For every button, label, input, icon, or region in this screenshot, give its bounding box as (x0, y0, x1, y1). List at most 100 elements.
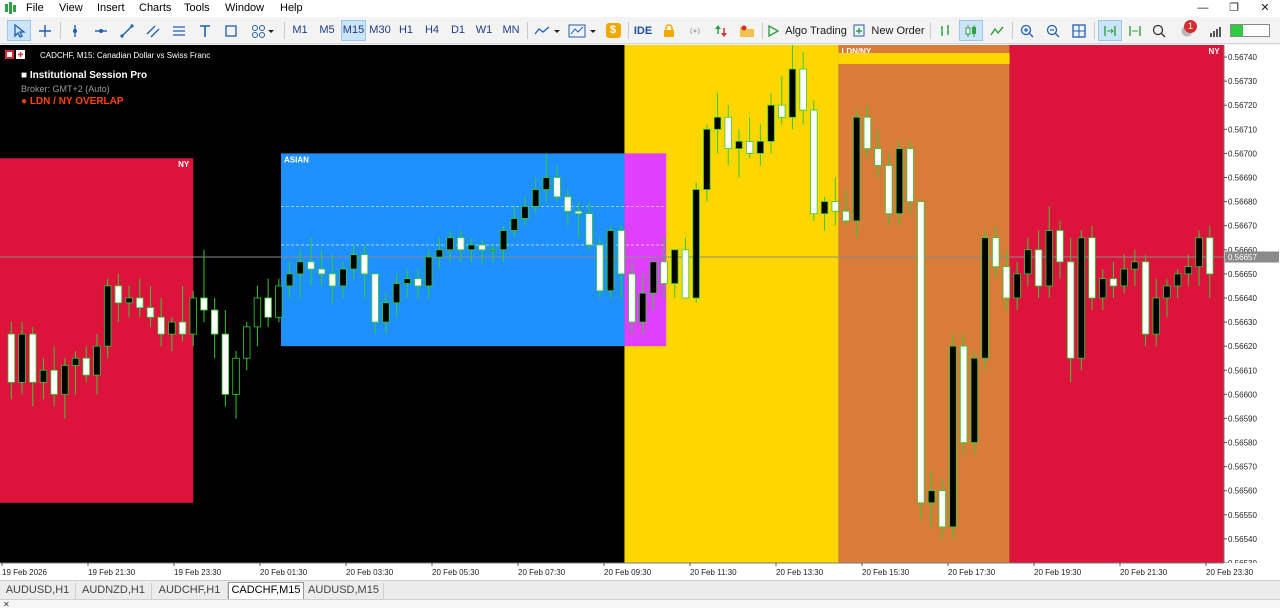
price-tick-label: 0.56730 (1228, 77, 1257, 86)
channel-button[interactable] (142, 20, 164, 41)
timeframe-m1[interactable]: M1 (289, 20, 311, 41)
data-folder-button[interactable] (736, 20, 758, 41)
bar-chart-button[interactable] (934, 20, 956, 41)
terminal-window: { "menu": ["File", "View", "Insert", "Ch… (0, 0, 1280, 608)
ide-button[interactable]: IDE (632, 20, 654, 41)
timeframe-d1[interactable]: D1 (448, 20, 468, 41)
ldn-ny-london-strip (838, 53, 1010, 64)
timeframe-m5[interactable]: M5 (315, 20, 339, 41)
candle-body (970, 357, 979, 443)
price-tick-label: 0.56540 (1228, 535, 1257, 544)
menu-help[interactable]: Help (280, 2, 303, 14)
candle-body (553, 177, 561, 198)
minimize-button[interactable]: — (1189, 0, 1217, 17)
candle-body (61, 365, 69, 395)
cursor-tool-button[interactable] (7, 20, 31, 41)
toolbox-close-icon[interactable]: ✕ (3, 600, 10, 608)
vertical-line-button[interactable] (64, 20, 86, 41)
broker-timezone: Broker: GMT+2 (Auto) (21, 84, 110, 94)
timeframe-mn[interactable]: MN (499, 20, 523, 41)
candle-body (435, 249, 444, 258)
zoom-in-button[interactable] (1016, 20, 1038, 41)
grid-icon (1072, 23, 1086, 38)
candle-body (660, 261, 668, 284)
timeframe-h4[interactable]: H4 (422, 20, 442, 41)
metatrader-logo-icon (5, 2, 16, 14)
horizontal-line-icon (95, 28, 107, 33)
trend-line-button[interactable] (116, 20, 138, 41)
candle-body (360, 254, 369, 275)
tile-windows-button[interactable] (1068, 20, 1090, 41)
crosshair-button[interactable] (34, 20, 56, 41)
tab-audusd-h1[interactable]: AUDUSD,H1 (0, 583, 76, 599)
timeframe-h1[interactable]: H1 (396, 20, 416, 41)
fibonacci-button[interactable] (168, 20, 190, 41)
menu-insert[interactable]: Insert (97, 2, 125, 14)
price-tick-label: 0.56740 (1228, 53, 1257, 62)
templates-menu-button[interactable] (566, 20, 600, 41)
candle-body (1066, 261, 1075, 359)
menu-file[interactable]: File (26, 2, 44, 14)
candle-body (564, 196, 572, 212)
new-order-button[interactable]: New Order (852, 20, 926, 41)
tab-cadchf-m15[interactable]: CADCHF,M15 (228, 582, 304, 600)
algo-trading-button[interactable]: Algo Trading (766, 20, 848, 41)
candle-body (713, 116, 722, 130)
candle-body (510, 218, 518, 231)
candle-body (371, 273, 379, 323)
menu-view[interactable]: View (59, 2, 83, 14)
candlestick-chart-button[interactable] (959, 20, 983, 41)
menu-window[interactable]: Window (225, 2, 264, 14)
horizontal-line-button[interactable] (90, 20, 112, 41)
time-tick-label: 20 Feb 21:30 (1120, 568, 1168, 577)
candle-body (863, 116, 872, 149)
maximize-button[interactable]: ❐ (1220, 0, 1248, 17)
algo-trading-label: Algo Trading (785, 24, 847, 37)
text-icon (200, 24, 210, 37)
candle-body (489, 249, 497, 252)
candle-body (1099, 278, 1107, 299)
zoom-out-button[interactable] (1042, 20, 1064, 41)
lock-button[interactable] (658, 20, 680, 41)
candle-body (820, 201, 829, 215)
signals-button[interactable] (684, 20, 706, 41)
fibonacci-icon (173, 25, 185, 36)
timeframe-w1[interactable]: W1 (473, 20, 495, 41)
ny-session-box-2-label: NY (1209, 47, 1221, 56)
candle-body (1141, 261, 1150, 335)
price-chart[interactable]: NYASIANLONDONLDN/NYNY0.567400.567300.567… (0, 45, 1280, 580)
ny-session-box-2 (1009, 45, 1224, 563)
shapes-button[interactable] (220, 20, 242, 41)
candle-body (499, 230, 508, 251)
time-tick-label: 20 Feb 23:30 (1206, 568, 1254, 577)
text-tool-button[interactable] (194, 20, 216, 41)
line-chart-button[interactable] (986, 20, 1008, 41)
candle-body (681, 249, 690, 299)
auto-scroll-button[interactable] (1098, 20, 1122, 41)
candle-body (649, 261, 658, 294)
objects-menu-button[interactable] (246, 20, 280, 41)
timeframe-m30[interactable]: M30 (367, 20, 393, 41)
tab-audnzd-h1[interactable]: AUDNZD,H1 (76, 583, 152, 599)
tab-audusd-m15[interactable]: AUDUSD,M15 (304, 583, 384, 599)
trade-arrows-button[interactable] (710, 20, 732, 41)
menu-charts[interactable]: Charts (139, 2, 171, 14)
market-button[interactable]: $ (603, 20, 623, 41)
connection-status-button[interactable] (1206, 20, 1226, 41)
chart-flag-icon (5, 50, 25, 59)
timeframe-m15[interactable]: M15 (341, 20, 366, 41)
candle-body (136, 297, 144, 309)
tab-audchf-h1[interactable]: AUDCHF,H1 (152, 583, 228, 599)
chart-shift-button[interactable] (1124, 20, 1146, 41)
notifications-button[interactable]: 1 (1174, 20, 1200, 41)
candle-body (7, 333, 16, 383)
search-button[interactable] (1148, 20, 1170, 41)
indicators-menu-button[interactable] (532, 20, 564, 41)
chart-window[interactable]: NYASIANLONDONLDN/NYNY0.567400.567300.567… (0, 45, 1280, 580)
time-tick-label: 20 Feb 09:30 (604, 568, 652, 577)
time-tick-label: 20 Feb 03:30 (346, 568, 394, 577)
close-button[interactable]: ✕ (1251, 0, 1279, 17)
price-tick-label: 0.56560 (1228, 487, 1257, 496)
menu-tools[interactable]: Tools (184, 2, 210, 14)
search-icon (1152, 24, 1166, 37)
